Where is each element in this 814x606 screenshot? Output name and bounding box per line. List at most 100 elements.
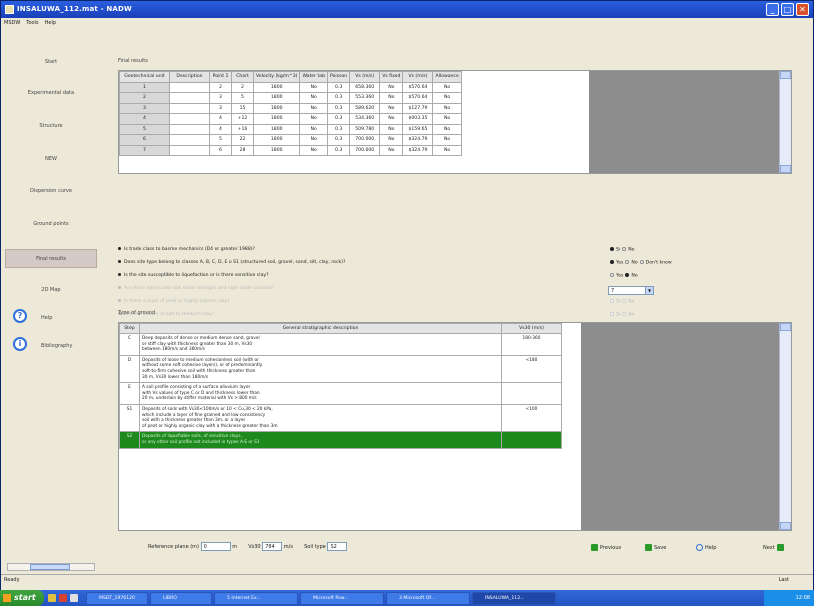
table-cell[interactable]: 4 [209, 113, 232, 125]
results-col-header[interactable]: Allowance [432, 71, 462, 83]
explorer-icon[interactable] [70, 594, 78, 602]
table-cell[interactable]: 3 [119, 102, 170, 114]
table-cell[interactable]: No [299, 102, 329, 114]
table-cell[interactable]: 0.3 [327, 144, 351, 156]
table-cell[interactable]: $127.79 [402, 102, 434, 114]
table-cell[interactable]: No [299, 113, 329, 125]
table-cell[interactable]: 15 [231, 102, 254, 114]
table-cell[interactable]: 2 [209, 81, 232, 93]
table-cell[interactable] [169, 144, 210, 156]
table-cell[interactable]: 0.3 [327, 134, 351, 146]
scroll-thumb[interactable] [30, 564, 70, 570]
task-button-active[interactable]: INSALUWA_112... [472, 591, 556, 605]
table-row[interactable]: S1 Deposits of soils with Vs30<100m/s or … [119, 403, 562, 433]
start-button[interactable]: start [0, 590, 44, 606]
desktop-icon[interactable] [48, 594, 56, 602]
table-cell[interactable]: 0.3 [327, 81, 351, 93]
table-cell[interactable]: 5 [209, 134, 232, 146]
table-row[interactable]: 6 5 22 1800 No 0.3 700.000 No $324.79 No [119, 134, 462, 146]
table-cell[interactable]: 1800 [252, 81, 301, 93]
table-cell[interactable]: 1800 [252, 144, 301, 156]
results-col-header[interactable]: Geotechnical unit [119, 71, 170, 83]
radio-button[interactable] [622, 299, 627, 303]
table-cell[interactable]: $324.79 [402, 144, 434, 156]
minimize-button[interactable]: _ [766, 3, 779, 16]
table-cell[interactable]: No [432, 144, 462, 156]
table-cell[interactable]: No [379, 123, 404, 135]
table-cell[interactable]: 1800 [252, 113, 301, 125]
table-cell[interactable]: 553.360 [349, 92, 381, 104]
bibliography-icon[interactable]: i [13, 337, 27, 351]
table-cell[interactable]: No [299, 123, 329, 135]
table-cell[interactable]: $570.64 [402, 92, 434, 104]
table-cell[interactable]: 0.3 [327, 92, 351, 104]
results-col-header[interactable]: Chart [231, 71, 254, 83]
help-icon[interactable]: ? [13, 309, 27, 323]
task-button[interactable]: LIBRO [150, 591, 212, 605]
radio-button[interactable] [610, 247, 614, 251]
results-col-header[interactable]: Poisson [327, 71, 351, 83]
table-cell[interactable]: 509.780 [349, 123, 381, 135]
table-cell[interactable] [169, 134, 210, 146]
table-cell[interactable]: No [299, 81, 329, 93]
save-button[interactable]: Save [645, 544, 666, 551]
table-cell[interactable]: 658.360 [349, 81, 381, 93]
sidebar-item-structure[interactable]: Structure [5, 117, 97, 136]
task-button[interactable]: 3 Microsoft Of... [386, 591, 470, 605]
table-cell[interactable]: No [379, 113, 404, 125]
sidebar-item-final-results[interactable]: Final results [5, 249, 97, 268]
table-cell[interactable]: 2 [119, 92, 170, 104]
table-row[interactable]: C Deep deposits of dense or medium dense … [119, 333, 562, 356]
table-cell[interactable]: 4 [209, 123, 232, 135]
table-cell[interactable]: 1 [119, 81, 170, 93]
sidebar-item-start[interactable]: Start [5, 53, 97, 72]
table-cell[interactable] [169, 102, 210, 114]
scroll-up-button[interactable] [780, 71, 791, 79]
table-cell[interactable]: 2 [231, 81, 254, 93]
table-cell[interactable]: No [379, 102, 404, 114]
table-row[interactable]: 1 2 2 1800 No 0.3 658.360 No $570.64 No [119, 81, 462, 93]
ground-scrollbar[interactable] [779, 323, 791, 530]
table-cell[interactable]: 28 [231, 144, 254, 156]
table-cell[interactable]: No [432, 113, 462, 125]
table-cell[interactable]: No [379, 92, 404, 104]
table-row[interactable]: 2 3 5 1800 No 0.3 553.360 No $570.64 No [119, 92, 462, 104]
table-row[interactable]: 5 4 +16 1800 No 0.3 509.780 No $159.65 No [119, 123, 462, 135]
table-cell[interactable]: No [379, 144, 404, 156]
maximize-button[interactable]: □ [781, 3, 794, 16]
table-cell[interactable]: 0.3 [327, 113, 351, 125]
menu-msdw[interactable]: MSDW [4, 18, 20, 28]
table-cell[interactable] [169, 123, 210, 135]
table-cell[interactable]: 700.000 [349, 144, 381, 156]
radio-button[interactable] [625, 260, 630, 264]
table-row[interactable]: S2 Deposits of liquefiable soils, of sens… [119, 431, 562, 449]
previous-button[interactable]: Previous [591, 544, 621, 551]
scroll-up-button[interactable] [780, 323, 791, 331]
table-cell[interactable]: 5 [119, 123, 170, 135]
table-cell[interactable]: $570.64 [402, 81, 434, 93]
radio-button[interactable] [610, 299, 614, 303]
table-cell[interactable]: No [379, 134, 404, 146]
table-cell[interactable]: +16 [231, 123, 254, 135]
results-col-header[interactable]: Description [169, 71, 210, 83]
table-row[interactable]: 4 4 +12 1800 No 0.3 534.360 No $003.35 No [119, 113, 462, 125]
table-cell[interactable]: 0.3 [327, 102, 351, 114]
radio-button[interactable] [625, 273, 630, 277]
table-cell[interactable]: No [299, 134, 329, 146]
table-cell[interactable]: $003.35 [402, 113, 434, 125]
next-button[interactable]: Next [763, 544, 784, 551]
reference-plane-input[interactable]: 0 [200, 542, 231, 551]
sidebar-bibliography-label[interactable]: Bibliography [41, 343, 72, 349]
results-col-header[interactable]: Vs (m/s) [349, 71, 381, 83]
scroll-down-button[interactable] [780, 522, 791, 530]
menu-tools[interactable]: Tools [26, 18, 38, 28]
close-button[interactable]: ✕ [796, 3, 809, 16]
results-scrollbar[interactable] [779, 71, 791, 173]
sidebar-scrollbar[interactable] [7, 563, 95, 571]
table-cell[interactable]: $159.65 [402, 123, 434, 135]
table-row[interactable]: D Deposits of loose to medium cohesionles… [119, 354, 562, 384]
table-cell[interactable]: No [379, 81, 404, 93]
table-cell[interactable]: 6 [209, 144, 232, 156]
menu-help[interactable]: Help [45, 18, 56, 28]
sidebar-help-label[interactable]: Help [41, 315, 52, 321]
